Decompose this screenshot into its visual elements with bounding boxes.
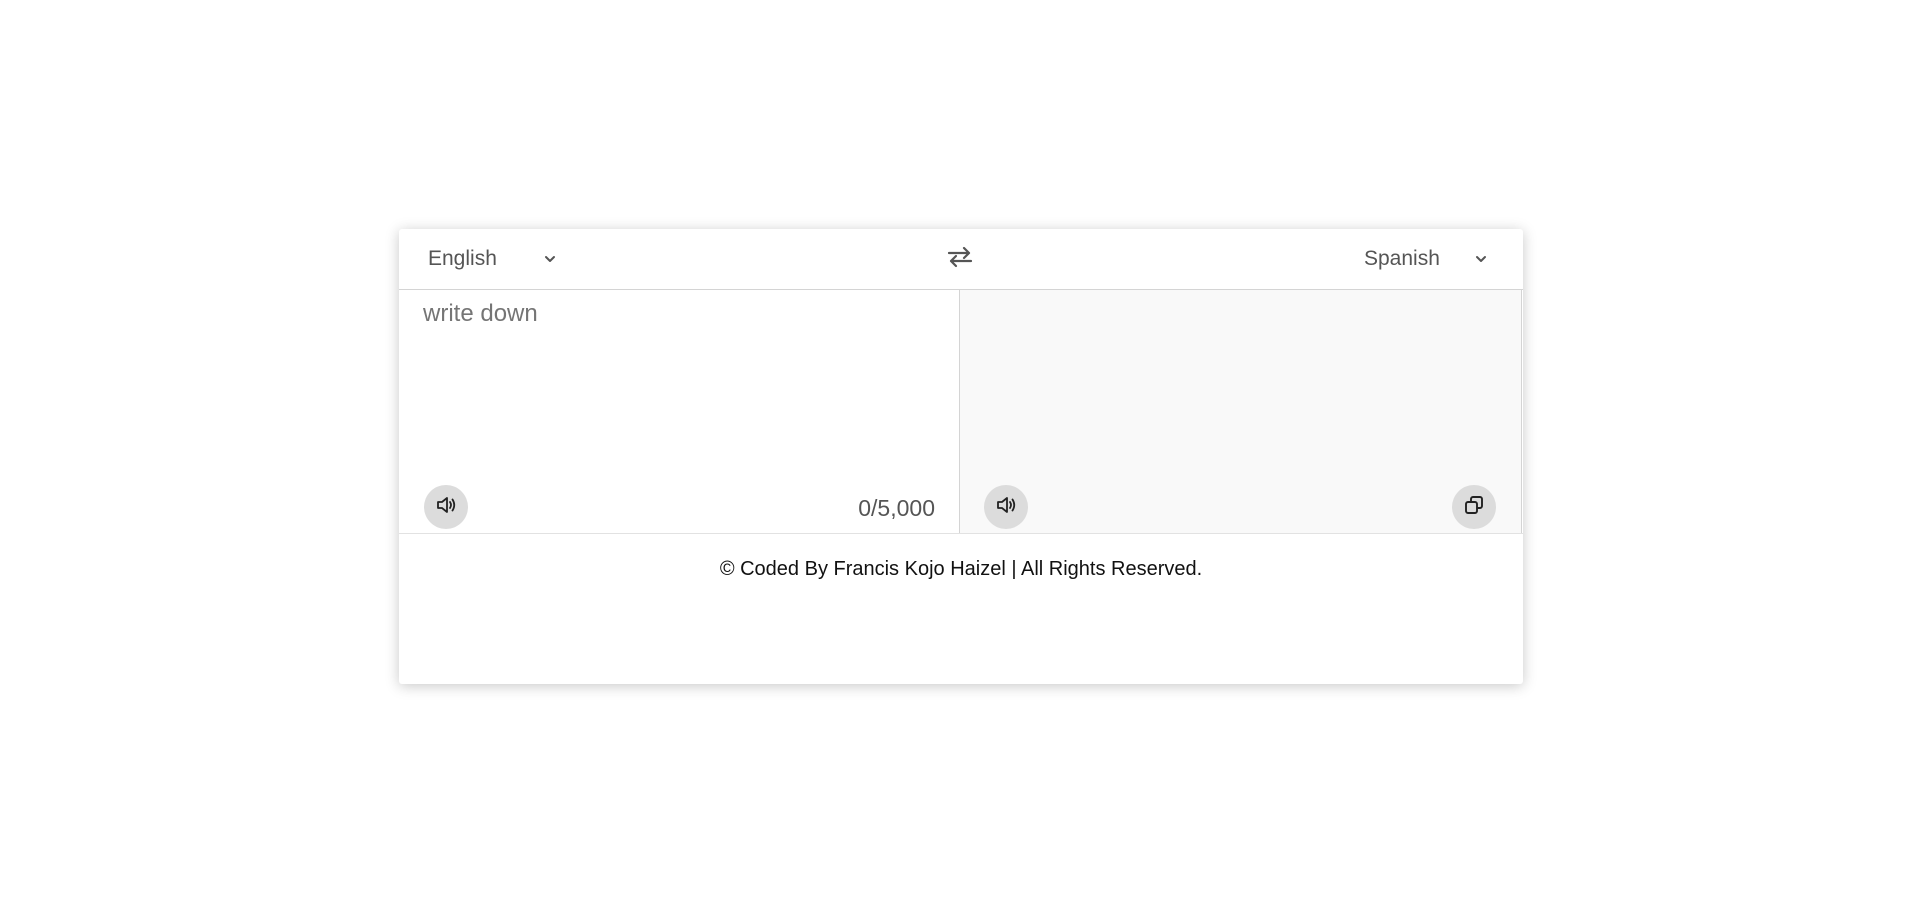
speaker-icon — [436, 496, 456, 519]
copyright-text: © Coded By Francis Kojo Haizel | All Rig… — [719, 558, 1203, 580]
source-speak-button[interactable] — [424, 485, 468, 529]
source-language-label: English — [428, 247, 497, 270]
target-language-label: Spanish — [1364, 247, 1440, 270]
target-pane — [960, 290, 1522, 533]
character-counter: 0/5,000 — [858, 495, 935, 521]
target-speak-button[interactable] — [984, 485, 1028, 529]
translator-card: English Spanish write down 0/5,000 © Cod… — [399, 229, 1523, 684]
chevron-down-icon — [1473, 251, 1489, 267]
chevron-down-icon — [542, 251, 558, 267]
speaker-icon — [996, 496, 1016, 519]
source-pane: 0/5,000 — [399, 290, 960, 533]
copy-icon — [1464, 495, 1484, 520]
source-language-select[interactable]: English — [428, 242, 568, 276]
swap-arrows-icon — [947, 246, 973, 273]
copy-button[interactable] — [1452, 485, 1496, 529]
footer: © Coded By Francis Kojo Haizel | All Rig… — [399, 533, 1523, 684]
source-text-input[interactable] — [423, 300, 933, 470]
target-language-select[interactable]: Spanish — [1364, 242, 1504, 276]
swap-languages-button[interactable] — [945, 244, 975, 274]
language-toolbar: English Spanish — [399, 229, 1523, 290]
